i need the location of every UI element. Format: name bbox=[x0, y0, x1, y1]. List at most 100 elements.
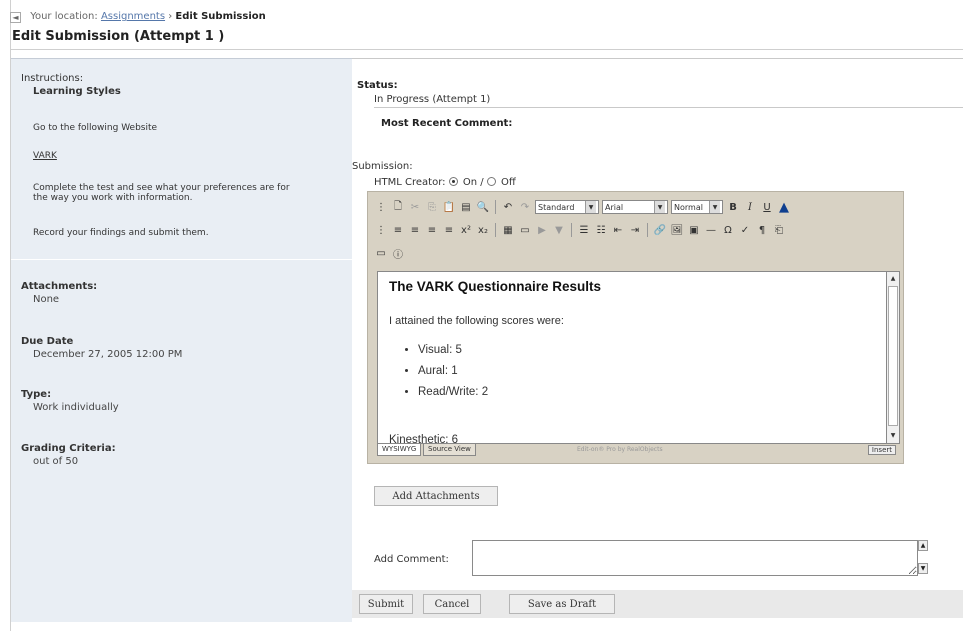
editor-content[interactable]: The VARK Questionnaire Results I attaine… bbox=[377, 271, 887, 444]
comment-textarea[interactable] bbox=[472, 540, 918, 576]
justify-icon[interactable]: ≡ bbox=[442, 223, 456, 237]
insert-mode-indicator: Insert bbox=[867, 445, 896, 455]
status-rule bbox=[352, 58, 963, 68]
paragraph-style-select[interactable]: Standard ▼ bbox=[535, 200, 599, 214]
scroll-up-icon[interactable]: ▲ bbox=[918, 540, 928, 551]
grading-label: Grading Criteria: bbox=[21, 443, 116, 454]
clipboard-icon[interactable]: ⎗ bbox=[772, 223, 786, 237]
numbered-list-icon[interactable]: ☰ bbox=[577, 223, 591, 237]
align-right-icon[interactable]: ≡ bbox=[425, 223, 439, 237]
submission-label: Submission: bbox=[352, 161, 413, 172]
tab-wysiwyg[interactable]: WYSIWYG bbox=[377, 444, 422, 456]
breadcrumb-current: Edit Submission bbox=[175, 11, 266, 22]
action-bar: Submit Cancel Save as Draft bbox=[352, 590, 963, 618]
link-icon[interactable]: 🔗 bbox=[653, 223, 667, 237]
recent-comment-label: Most Recent Comment: bbox=[381, 118, 513, 129]
undo-icon[interactable]: ↶ bbox=[501, 200, 515, 214]
table-column-icon[interactable]: ▼ bbox=[552, 223, 566, 237]
redo-icon[interactable]: ↷ bbox=[518, 200, 532, 214]
spellcheck-icon[interactable]: ✓ bbox=[738, 223, 752, 237]
align-center-icon[interactable]: ≡ bbox=[408, 223, 422, 237]
scroll-down-icon[interactable]: ▼ bbox=[888, 430, 898, 442]
cut-icon[interactable]: ✂ bbox=[408, 200, 422, 214]
cancel-button[interactable]: Cancel bbox=[423, 594, 481, 614]
info-icon[interactable]: ⓘ bbox=[391, 246, 405, 261]
grading-section: Grading Criteria: out of 50 bbox=[21, 443, 116, 467]
superscript-icon[interactable]: x² bbox=[459, 223, 473, 237]
save-as-draft-button[interactable]: Save as Draft bbox=[509, 594, 615, 614]
attachments-section: Attachments: None bbox=[21, 281, 97, 305]
due-date-value: December 27, 2005 12:00 PM bbox=[33, 349, 183, 360]
sidebar-divider bbox=[11, 259, 352, 260]
content-heading: The VARK Questionnaire Results bbox=[389, 279, 602, 294]
html-creator-row: HTML Creator: On / Off bbox=[374, 177, 516, 188]
horizontal-rule-icon[interactable]: — bbox=[704, 223, 718, 237]
copy-icon[interactable]: ⎘ bbox=[425, 200, 439, 214]
submission-panel: Status: In Progress (Attempt 1) Most Rec… bbox=[352, 58, 963, 622]
text-color-icon[interactable]: ▲ bbox=[777, 200, 791, 215]
due-date-label: Due Date bbox=[21, 336, 74, 347]
content-paragraph: I attained the following scores were: bbox=[389, 315, 564, 327]
paste-text-icon[interactable]: ▤ bbox=[459, 200, 473, 214]
bold-icon[interactable]: B bbox=[726, 200, 740, 214]
breadcrumb-link-assignments[interactable]: Assignments bbox=[101, 11, 165, 22]
editor-view-tabs: WYSIWYG Source View Edit-on® Pro by Real… bbox=[377, 444, 900, 459]
submit-button[interactable]: Submit bbox=[359, 594, 413, 614]
bullet-list-icon[interactable]: ☷ bbox=[594, 223, 608, 237]
instructions-line-record: Record your findings and submit them. bbox=[33, 228, 209, 238]
attachments-value: None bbox=[33, 294, 60, 305]
type-section: Type: Work individually bbox=[21, 389, 119, 413]
table-icon[interactable]: ▦ bbox=[501, 223, 515, 237]
html-editor: ⋮ 🗋 ✂ ⎘ 📋 ▤ 🔍 ↶ ↷ Standard ▼ Arial ▼ Norma… bbox=[367, 191, 904, 464]
align-left-icon[interactable]: ≡ bbox=[391, 223, 405, 237]
scroll-down-icon[interactable]: ▼ bbox=[918, 563, 928, 574]
chevron-down-icon: ▼ bbox=[654, 201, 665, 213]
powered-by-text: Edit-on® Pro by RealObjects bbox=[577, 446, 663, 453]
underline-icon[interactable]: U bbox=[760, 200, 774, 214]
chevron-down-icon: ▼ bbox=[585, 201, 596, 213]
scroll-up-icon[interactable]: ▲ bbox=[888, 273, 898, 285]
breadcrumb-prefix: Your location: bbox=[30, 11, 98, 22]
instructions-line-test: Complete the test and see what your pref… bbox=[33, 183, 290, 203]
toolbar-row-3: ▭ ⓘ bbox=[374, 243, 405, 263]
attachments-label: Attachments: bbox=[21, 281, 98, 292]
new-document-icon[interactable]: 🗋 bbox=[391, 200, 405, 214]
fullscreen-icon[interactable]: ▭ bbox=[374, 246, 388, 260]
paragraph-marks-icon[interactable]: ¶ bbox=[755, 223, 769, 237]
tab-source-view[interactable]: Source View bbox=[423, 444, 476, 456]
html-creator-off-label: Off bbox=[501, 177, 516, 188]
media-icon[interactable]: ▣ bbox=[687, 223, 701, 237]
table-row-icon[interactable]: ▶ bbox=[535, 223, 549, 237]
add-comment-label: Add Comment: bbox=[374, 554, 449, 565]
html-creator-on-radio[interactable] bbox=[448, 177, 458, 186]
status-label: Status: bbox=[357, 80, 398, 91]
toolbar-row-2: ⋮ ≡ ≡ ≡ ≡ x² x₂ ▦ ▭ ▶ ▼ ☰ ☷ ⇤ ⇥ 🔗 🖼 ▣ — … bbox=[374, 220, 786, 240]
instructions-title: Learning Styles bbox=[33, 86, 121, 97]
subscript-icon[interactable]: x₂ bbox=[476, 223, 490, 237]
special-char-icon[interactable]: Ω bbox=[721, 223, 735, 237]
font-size-select[interactable]: Normal ▼ bbox=[671, 200, 723, 214]
paste-icon[interactable]: 📋 bbox=[442, 200, 456, 214]
image-icon[interactable]: 🖼 bbox=[670, 223, 684, 237]
find-icon[interactable]: 🔍 bbox=[476, 200, 490, 214]
due-date-section: Due Date December 27, 2005 12:00 PM bbox=[21, 336, 182, 360]
breadcrumb: ◄ Your location: Assignments › Edit Subm… bbox=[10, 11, 266, 23]
title-divider bbox=[10, 49, 963, 50]
html-creator-off-radio[interactable] bbox=[486, 177, 496, 186]
editor-scrollbar[interactable]: ▲ ▼ bbox=[887, 271, 900, 444]
outdent-icon[interactable]: ⇤ bbox=[611, 223, 625, 237]
back-icon[interactable]: ◄ bbox=[10, 12, 21, 23]
instructions-label: Instructions: bbox=[21, 73, 84, 84]
instructions-line-test-a: Complete the test and see what your pref… bbox=[33, 183, 290, 193]
scroll-thumb[interactable] bbox=[888, 286, 898, 426]
instructions-line-test-b: the way you work with information. bbox=[33, 193, 193, 203]
comment-scrollbar[interactable]: ▲ ▼ bbox=[918, 540, 929, 576]
add-attachments-button[interactable]: Add Attachments bbox=[374, 486, 498, 506]
font-family-select[interactable]: Arial ▼ bbox=[602, 200, 668, 214]
list-item: Read/Write: 2 bbox=[418, 382, 488, 403]
grading-value: out of 50 bbox=[33, 456, 79, 467]
italic-icon[interactable]: I bbox=[743, 200, 757, 214]
indent-icon[interactable]: ⇥ bbox=[628, 223, 642, 237]
table-cell-icon[interactable]: ▭ bbox=[518, 223, 532, 237]
vark-link[interactable]: VARK bbox=[33, 151, 57, 161]
